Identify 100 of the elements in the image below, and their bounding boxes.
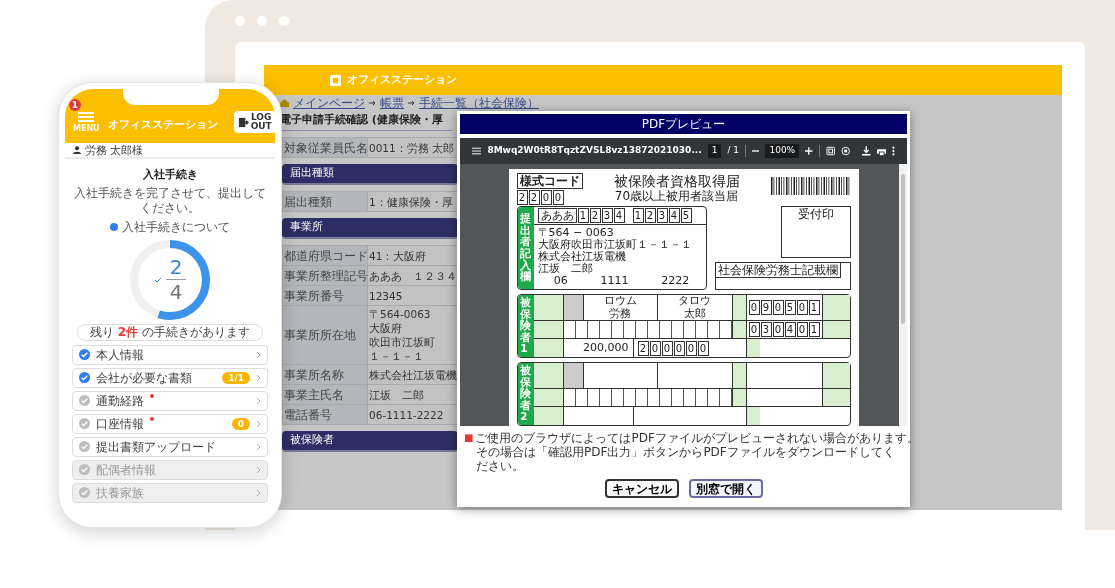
page-number-field[interactable]: 1 — [707, 144, 722, 158]
page-subtitle: 入社手続きを完了させて、提出してください。 — [73, 185, 267, 216]
remaining-label: 残り — [89, 326, 114, 338]
download-icon[interactable] — [862, 146, 871, 156]
digit-cell: 0 — [796, 300, 808, 315]
digit-cell: 2 — [589, 208, 601, 223]
home-icon — [280, 98, 289, 107]
chevron-icon — [256, 396, 261, 405]
kana-text: ロウム — [603, 295, 637, 308]
digit-cell: 0 — [552, 190, 564, 205]
office-address: 大阪府吹田市江坂町１－１－１ — [537, 239, 693, 251]
digit-cell: 0 — [697, 340, 709, 356]
row-value: あああ １２３４ — [368, 266, 457, 285]
row-value: 1：健康保険・厚 — [368, 192, 457, 211]
insured-label: 被保険者2 — [517, 363, 534, 425]
digit-cell: 0 — [772, 322, 784, 337]
row-value: 〒564-0063 大阪府 吹田市江坂町 １－１－１ — [368, 306, 457, 364]
row-label: 届出種類 — [283, 192, 368, 211]
office-symbol: あああ — [537, 208, 577, 223]
step-item[interactable]: 提出書類アップロード — [72, 436, 268, 457]
zoom-field[interactable]: 100% — [765, 144, 800, 158]
name-text: 太郎 — [683, 307, 706, 320]
count-badge: 0 — [231, 417, 250, 430]
more-icon[interactable] — [892, 146, 895, 156]
digit-cell: 5 — [784, 300, 796, 315]
app-title: オフィスステーション — [347, 71, 457, 88]
name-text: 労務 — [609, 307, 631, 320]
check-icon — [79, 372, 90, 383]
page-count: / 1 — [727, 144, 739, 158]
digit-cell: 4 — [613, 208, 625, 223]
section-header: 届出種類 — [282, 164, 458, 185]
breadcrumb-link[interactable]: 帳票 — [380, 96, 404, 109]
digit-cell: 0 — [748, 322, 760, 337]
menu-icon[interactable] — [472, 147, 482, 155]
check-icon — [79, 418, 90, 429]
row-value: 12345 — [368, 286, 457, 305]
page-title: 入社手続き — [142, 167, 198, 183]
logout-icon — [237, 116, 249, 128]
insured-label: 被保険者1 — [517, 295, 534, 357]
postal-code: 〒564 − 0063 — [537, 227, 615, 239]
fit-page-icon[interactable] — [825, 146, 835, 156]
row-value: 0011：労務 太郎 — [368, 138, 457, 157]
agent-box: 社会保険労務士記載欄 — [714, 262, 851, 290]
step-item[interactable]: 通勤経路 — [72, 390, 268, 411]
phone-part: 1111 — [600, 275, 629, 287]
digit-cell: 1 — [808, 322, 820, 337]
remaining-label: の手続きがあります — [142, 326, 251, 338]
user-name: 労務 太郎様 — [85, 144, 144, 156]
breadcrumb-link[interactable]: 手続一覧（社会保険） — [419, 96, 539, 109]
digit-cell: 0 — [661, 340, 673, 356]
check-icon — [154, 276, 162, 283]
dialog-button[interactable]: キャンセル — [604, 479, 679, 498]
step-item[interactable]: 会社が必要な書類 1/1 — [72, 367, 268, 388]
check-icon — [79, 349, 90, 360]
phone-part: 06 — [553, 275, 568, 287]
warning-mark: ■ — [464, 431, 474, 445]
digit-cell: 2 — [516, 190, 528, 205]
dialog-title: PDFプレビュー — [460, 114, 907, 134]
total-count: 4 — [169, 282, 183, 302]
digit-cell: 0 — [772, 300, 784, 315]
pay-amount: 200,000 — [583, 339, 629, 356]
digit-cell: 2 — [637, 340, 649, 356]
digit-cell: 9 — [760, 300, 772, 315]
row-label: 対象従業員氏名 — [283, 138, 368, 157]
zoom-in-icon[interactable] — [805, 147, 813, 155]
step-item[interactable]: 口座情報 0 — [72, 413, 268, 434]
digit-cell: 1 — [577, 208, 589, 223]
scrollbar[interactable] — [899, 164, 907, 426]
logo-icon — [330, 74, 341, 86]
digit-cell: 1 — [808, 300, 820, 315]
check-icon — [79, 395, 90, 406]
row-value: 06-1111-2222 — [368, 405, 457, 424]
user-icon — [73, 146, 81, 154]
row-value: 江坂 二郎 — [368, 385, 457, 404]
note-text: ご使用のブラウザによってはPDFファイルがプレビューされない場合があります。 — [475, 431, 919, 445]
digit-cell: 3 — [601, 208, 613, 223]
zoom-out-icon[interactable] — [751, 147, 760, 155]
company-name: 株式会社江坂電機 — [537, 251, 626, 263]
section-header: 被保険者 — [282, 431, 458, 452]
print-icon[interactable] — [876, 146, 887, 156]
chevron-icon — [256, 350, 261, 359]
row-label: 事業所所在地 — [283, 306, 368, 364]
check-icon — [79, 464, 90, 475]
digit-cell: 4 — [784, 322, 796, 337]
step-item[interactable]: 本人情報 — [72, 344, 268, 365]
breadcrumb-link[interactable]: メインページ — [293, 96, 365, 109]
row-label: 事業主氏名 — [283, 385, 368, 404]
dialog-button[interactable]: 別窓で開く — [688, 479, 763, 498]
submitter-label: 提出者記入欄 — [517, 207, 534, 289]
row-label: 都道府県コード — [283, 246, 368, 265]
count-badge: 1/1 — [222, 371, 250, 384]
chevron-icon — [256, 465, 261, 474]
form-subtitle: 70歳以上被用者該当届 — [614, 189, 739, 203]
logout-button[interactable]: LOG OUT — [233, 111, 275, 133]
form-title: 被保険者資格取得届 — [613, 173, 740, 189]
digit-cell: 2 — [528, 190, 540, 205]
digit-cell: 3 — [760, 322, 772, 337]
rotate-icon[interactable] — [841, 146, 851, 156]
help-link[interactable]: 入社手続きについて — [110, 217, 230, 236]
arrow-icon — [408, 99, 415, 106]
